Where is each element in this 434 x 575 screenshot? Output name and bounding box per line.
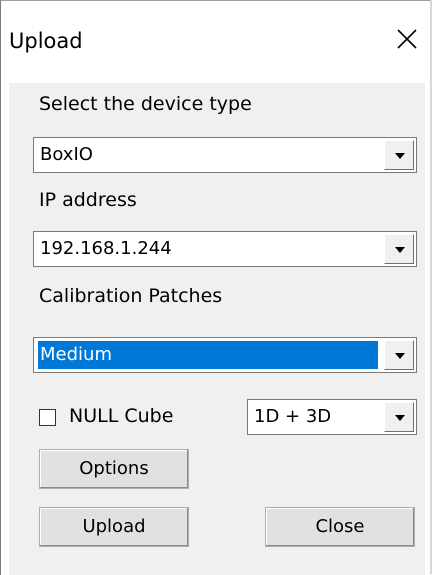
upload-dialog: Upload Select the device type BoxIO IP a… <box>0 0 431 575</box>
calibration-patches-label: Calibration Patches <box>39 285 223 307</box>
device-type-value: BoxIO <box>40 144 93 165</box>
close-button[interactable]: Close <box>265 507 415 547</box>
calibration-patches-value: Medium <box>38 341 378 369</box>
chevron-down-icon <box>395 153 405 159</box>
device-type-dropdown-button[interactable] <box>384 140 414 170</box>
ip-address-dropdown-button[interactable] <box>384 234 414 264</box>
lut-mode-value: 1D + 3D <box>254 406 332 427</box>
chevron-down-icon <box>395 353 405 359</box>
lut-mode-dropdown-button[interactable] <box>384 402 414 432</box>
close-icon[interactable] <box>393 25 421 53</box>
dialog-body: Select the device type BoxIO IP address … <box>9 83 425 575</box>
options-button[interactable]: Options <box>39 449 189 489</box>
chevron-down-icon <box>395 247 405 253</box>
null-cube-label: NULL Cube <box>69 405 174 427</box>
window-edge <box>430 0 432 574</box>
ip-address-label: IP address <box>39 189 137 211</box>
ip-address-select[interactable]: 192.168.1.244 <box>33 231 417 267</box>
device-type-label: Select the device type <box>39 93 252 115</box>
device-type-select[interactable]: BoxIO <box>33 137 417 173</box>
title-bar: Upload <box>1 1 431 83</box>
null-cube-checkbox[interactable] <box>39 409 56 426</box>
chevron-down-icon <box>395 415 405 421</box>
calibration-patches-select[interactable]: Medium <box>33 337 417 373</box>
dialog-title: Upload <box>9 29 83 53</box>
upload-button[interactable]: Upload <box>39 507 189 547</box>
calibration-patches-dropdown-button[interactable] <box>384 340 414 370</box>
ip-address-value: 192.168.1.244 <box>40 238 172 259</box>
lut-mode-select[interactable]: 1D + 3D <box>247 399 417 435</box>
